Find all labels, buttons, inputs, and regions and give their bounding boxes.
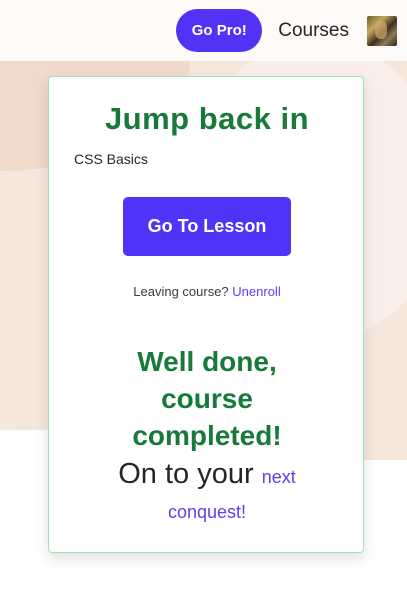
go-to-lesson-button[interactable]: Go To Lesson: [123, 197, 291, 256]
completion-line-1: Well done,: [137, 346, 277, 377]
top-header: Go Pro! Courses: [0, 0, 407, 61]
page: Go Pro! Courses Jump back in CSS Basics …: [0, 0, 407, 595]
next-link[interactable]: next: [262, 467, 296, 487]
leaving-course-row: Leaving course? Unenroll: [49, 284, 365, 299]
go-pro-button[interactable]: Go Pro!: [176, 9, 263, 52]
course-name: CSS Basics: [74, 151, 148, 167]
nav-courses-link[interactable]: Courses: [278, 20, 349, 42]
avatar[interactable]: [367, 15, 397, 46]
card-title: Jump back in: [104, 101, 310, 136]
completion-message: Well done, course completed!: [49, 343, 365, 454]
completion-line-3: completed!: [132, 420, 282, 451]
leaving-course-text: Leaving course?: [133, 284, 229, 299]
next-conquest-row: On to your next: [49, 455, 365, 496]
onto-text: On to your: [118, 458, 254, 490]
conquest-link[interactable]: conquest!: [49, 502, 365, 523]
course-card: Jump back in CSS Basics Go To Lesson Lea…: [48, 76, 364, 553]
completion-line-2: course: [161, 383, 253, 414]
unenroll-link[interactable]: Unenroll: [232, 284, 280, 299]
